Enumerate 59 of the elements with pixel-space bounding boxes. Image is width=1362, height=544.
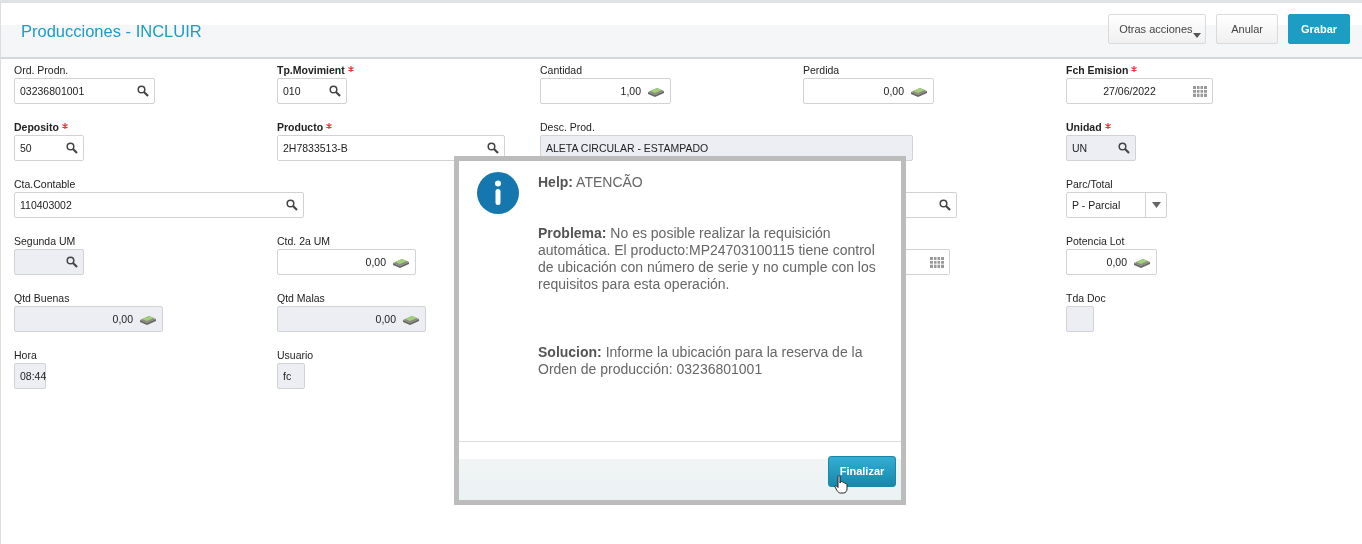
field-label: Cta.Contable [14,178,76,190]
field-label: Unidad [1066,121,1102,133]
calendar-icon[interactable] [1193,85,1207,97]
search-icon[interactable] [329,85,341,97]
input-field[interactable]: 2H7833513-B [277,135,505,161]
search-icon[interactable] [286,199,298,211]
calendar-icon[interactable] [930,256,944,268]
info-icon [477,172,519,214]
input-field[interactable]: 110403002 [14,192,304,218]
field-label: Producto [277,121,324,133]
field-label: Potencia Lot [1066,235,1125,247]
field-label: Usuario [277,349,314,361]
field-label: Ord. Prodn. [14,64,69,76]
required-icon [347,65,354,72]
required-icon [1131,65,1138,72]
input-field[interactable]: 0,00 [1066,249,1157,275]
field-label: Qtd Buenas [14,292,70,304]
field-label: Tp.Movimient [277,64,345,76]
cash-icon[interactable] [910,85,928,97]
cash-icon[interactable] [647,85,665,97]
field-label: Ctd. 2a UM [277,235,331,247]
input-field[interactable]: 0,00 [803,78,934,104]
field-label: Tda Doc [1066,292,1106,304]
required-icon [1104,122,1111,129]
input-field[interactable]: 03236801001 [14,78,155,104]
solution-text: Solucion: Informe la ubicación para la reserva de la Orden de producción: 03236801001 [538,344,864,378]
field-label: Fch Emision [1066,64,1129,76]
more-actions-button[interactable]: Otras acciones [1108,14,1207,44]
field-label: Segunda UM [14,235,76,247]
input-field[interactable] [905,192,957,218]
caret-icon[interactable] [1152,202,1161,208]
cash-icon[interactable] [392,256,410,268]
input-field[interactable]: 010 [277,78,347,104]
input-field[interactable]: 50 [14,135,84,161]
input-field[interactable] [905,249,950,275]
field-label: Deposito [14,121,59,133]
page-title: Producciones - INCLUIR [21,21,202,41]
search-icon[interactable] [137,85,149,97]
search-icon[interactable] [487,142,499,154]
input-field[interactable]: 27/06/2022 [1066,78,1213,104]
problem-text: Problema: No es posible realizar la requisición automática. El producto:MP24703100115 tiene control de ubicación con número de serie y no cumple con los requisitos para esta operación. [538,225,877,293]
hand-cursor-icon [834,475,848,494]
cash-icon[interactable] [1133,256,1151,268]
input-field[interactable]: 0,00 [277,249,416,275]
caret-icon [1193,33,1202,38]
required-icon [326,122,333,129]
field-label: Parc/Total [1066,178,1113,190]
select-field[interactable]: P - Parcial [1066,192,1167,218]
field-label: Desc. Prod. [540,121,595,133]
search-icon[interactable] [66,142,78,154]
search-icon[interactable] [939,199,951,211]
field-label: Cantidad [540,64,583,76]
field-label: Perdida [803,64,840,76]
dialog-title: Help: ATENCÃO [538,174,644,191]
field-label: Hora [14,349,37,361]
required-icon [61,122,68,129]
input-field[interactable]: 1,00 [540,78,671,104]
field-label: Qtd Malas [277,292,325,304]
cancel-button[interactable]: Anular [1216,14,1278,44]
